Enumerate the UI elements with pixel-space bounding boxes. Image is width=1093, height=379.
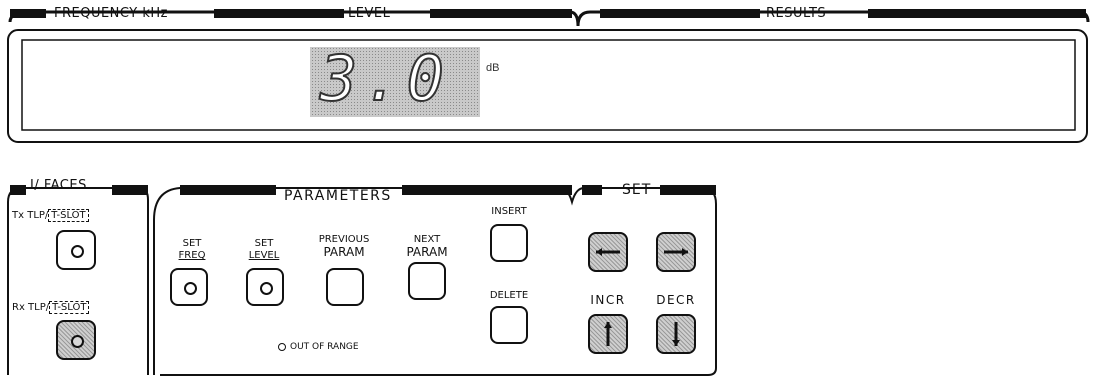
set-level-label: SET LEVEL xyxy=(242,238,286,262)
frequency-label: FREQUENCY kHz xyxy=(54,6,168,21)
rx-indicator-icon xyxy=(71,335,84,348)
rx-label-row: Rx TLP/T-SLOT xyxy=(12,301,90,314)
tx-label: Tx TLP/ xyxy=(12,210,49,221)
tx-indicator-icon xyxy=(71,245,84,258)
incr-label: INCR xyxy=(590,293,626,307)
next-param-button[interactable] xyxy=(408,262,446,300)
level-label: LEVEL xyxy=(348,6,391,21)
decr-label: DECR xyxy=(656,293,696,307)
out-of-range-indicator: OUT OF RANGE xyxy=(278,342,359,352)
insert-button[interactable] xyxy=(490,224,528,262)
parameters-header: PARAMETERS xyxy=(284,188,392,204)
display-panel: FREQUENCY kHz LEVEL RESULTS 3.0 dB xyxy=(0,0,1093,160)
arrow-right-icon xyxy=(664,248,688,256)
next-param-label-bottom: PARAM xyxy=(406,245,448,259)
readout-value: 3.0 xyxy=(319,41,450,116)
insert-label: INSERT xyxy=(491,206,527,217)
previous-param-label-bottom: PARAM xyxy=(323,245,365,259)
tx-slot-label: T-SLOT xyxy=(48,209,89,222)
set-freq-label-bottom: FREQ xyxy=(178,250,206,261)
set-level-indicator-icon xyxy=(260,282,273,295)
set-freq-label: SET FREQ xyxy=(170,238,214,262)
delete-label: DELETE xyxy=(489,290,529,301)
rx-button[interactable] xyxy=(56,320,96,360)
set-level-label-top: SET xyxy=(254,238,274,249)
set-freq-label-top: SET xyxy=(182,238,202,249)
results-label: RESULTS xyxy=(766,6,827,21)
arrow-down-icon xyxy=(672,322,680,346)
set-freq-button[interactable] xyxy=(170,268,208,306)
previous-param-button[interactable] xyxy=(326,268,364,306)
tx-button[interactable] xyxy=(56,230,96,270)
previous-param-label: PREVIOUS PARAM xyxy=(316,234,372,258)
out-of-range-label: OUT OF RANGE xyxy=(290,342,359,352)
set-right-button[interactable] xyxy=(656,232,696,272)
tx-label-row: Tx TLP/T-SLOT xyxy=(12,209,89,222)
set-freq-indicator-icon xyxy=(184,282,197,295)
interfaces-header: I/ FACES xyxy=(30,178,87,193)
decr-button[interactable] xyxy=(656,314,696,354)
incr-button[interactable] xyxy=(588,314,628,354)
display-frame xyxy=(7,9,1090,143)
rx-slot-label: T-SLOT xyxy=(49,301,90,314)
arrow-left-icon xyxy=(596,248,620,256)
set-level-label-bottom: LEVEL xyxy=(248,250,280,261)
interfaces-panel: I/ FACES Tx TLP/T-SLOT Rx TLP/T-SLOT xyxy=(0,160,150,379)
set-header: SET xyxy=(622,182,652,198)
readout-unit: dB xyxy=(486,62,500,74)
set-level-button[interactable] xyxy=(246,268,284,306)
set-left-button[interactable] xyxy=(588,232,628,272)
arrow-up-icon xyxy=(604,322,612,346)
next-param-label: NEXT PARAM xyxy=(402,234,452,258)
delete-button[interactable] xyxy=(490,306,528,344)
out-of-range-lamp-icon xyxy=(278,342,286,351)
rx-label: Rx TLP/ xyxy=(12,302,50,313)
parameters-panel: PARAMETERS SET SET FREQ SET LEVEL PREVIO… xyxy=(150,160,720,379)
